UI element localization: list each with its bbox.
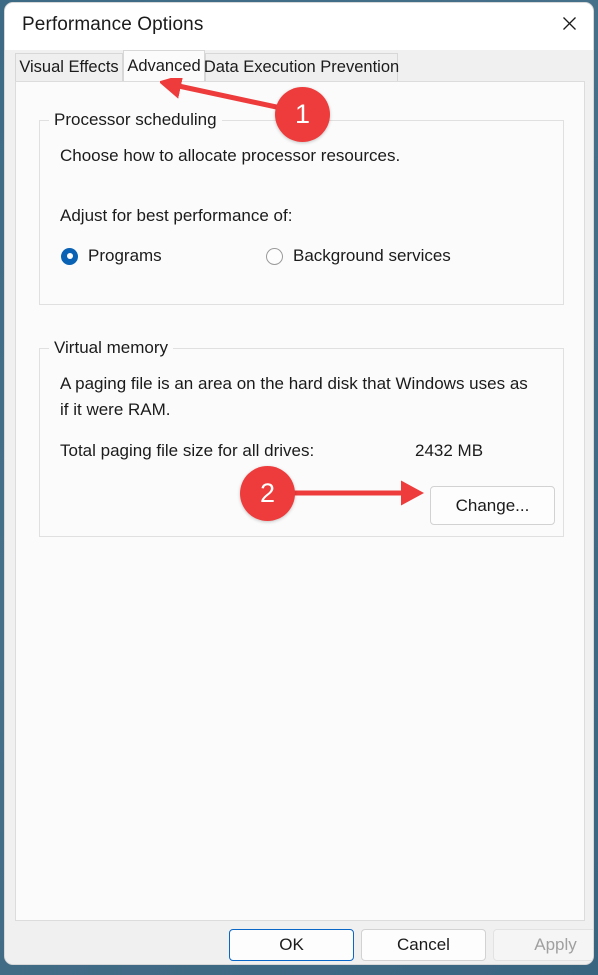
tab-advanced[interactable]: Advanced	[123, 50, 205, 81]
processor-scheduling-group: Processor scheduling Choose how to alloc…	[39, 110, 564, 305]
annotation-marker-2: 2	[240, 466, 295, 521]
annotation-number: 2	[259, 478, 276, 508]
radio-label: Background services	[293, 246, 451, 265]
page-title: Performance Options	[22, 14, 204, 35]
tab-label: Advanced	[127, 56, 201, 75]
button-label: OK	[279, 935, 304, 954]
title-bar: Performance Options	[5, 3, 593, 50]
total-paging-file-size-value: 2432 MB	[415, 441, 484, 460]
annotation-marker-1: 1	[275, 87, 330, 142]
group-title: Virtual memory	[49, 338, 173, 358]
tab-strip: Visual Effects Advanced Data Execution P…	[5, 50, 593, 81]
apply-button: Apply	[493, 929, 593, 961]
tab-visual-effects[interactable]: Visual Effects	[15, 53, 123, 81]
total-paging-file-size-label: Total paging file size for all drives:	[60, 441, 315, 460]
desktop-background: Performance Options Visual Effects Advan…	[0, 0, 598, 975]
button-label: Change...	[455, 495, 530, 515]
button-label: Cancel	[397, 935, 450, 954]
adjust-for-best-performance-label: Adjust for best performance of:	[60, 206, 293, 225]
button-label: Apply	[534, 935, 577, 954]
radio-background-services[interactable]: Background services	[266, 246, 451, 266]
radio-indicator	[61, 247, 78, 265]
dialog-footer: OK Cancel Apply	[5, 921, 593, 964]
tab-label: Data Execution Prevention	[203, 58, 400, 76]
virtual-memory-group: Virtual memory A paging file is an area …	[39, 338, 564, 537]
virtual-memory-description: A paging file is an area on the hard dis…	[60, 374, 528, 419]
cancel-button[interactable]: Cancel	[361, 929, 486, 961]
annotation-arrow-2	[292, 480, 425, 506]
tab-data-execution-prevention[interactable]: Data Execution Prevention	[203, 53, 400, 81]
radio-programs[interactable]: Programs	[61, 246, 162, 266]
close-icon[interactable]	[545, 3, 593, 43]
processor-scheduling-description: Choose how to allocate processor resourc…	[60, 146, 401, 165]
radio-label: Programs	[88, 246, 162, 265]
annotation-number: 1	[294, 99, 311, 129]
tab-label: Visual Effects	[19, 58, 119, 76]
radio-indicator	[266, 247, 283, 265]
change-button[interactable]: Change...	[430, 486, 555, 525]
ok-button[interactable]: OK	[229, 929, 354, 961]
